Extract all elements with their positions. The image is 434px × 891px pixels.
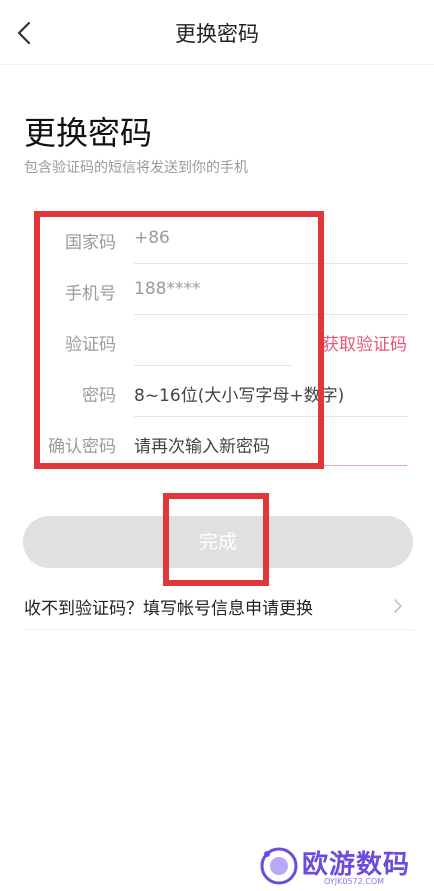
- chevron-right-icon: [394, 599, 402, 613]
- divider: [24, 629, 414, 630]
- nav-title: 更换密码: [175, 22, 259, 46]
- watermark-text: 欧游数码: [302, 850, 411, 880]
- phone-row[interactable]: 手机号 188****: [0, 265, 434, 315]
- done-button[interactable]: 完成: [23, 516, 413, 568]
- get-code-button[interactable]: 获取验证码: [322, 330, 407, 355]
- verification-code-label: 验证码: [65, 335, 116, 355]
- help-text: 收不到验证码？填写帐号信息申请更换: [24, 599, 313, 619]
- active-input-underline: [134, 465, 407, 466]
- help-link[interactable]: 收不到验证码？填写帐号信息申请更换: [0, 582, 434, 630]
- confirm-password-label: 确认密码: [48, 437, 116, 457]
- phone-value: 188****: [134, 279, 201, 299]
- divider: [134, 314, 407, 315]
- verification-code-row: 验证码 获取验证码: [0, 316, 434, 366]
- divider: [134, 416, 407, 417]
- confirm-password-row[interactable]: 确认密码 请再次输入新密码: [0, 418, 434, 468]
- password-label: 密码: [82, 386, 116, 406]
- country-code-value[interactable]: +86: [134, 228, 170, 248]
- watermark: 欧游数码 OYJK0572.COM: [258, 843, 428, 889]
- country-code-label: 国家码: [65, 233, 116, 253]
- page-title: 更换密码: [24, 114, 153, 152]
- confirm-password-input[interactable]: 请再次输入新密码: [134, 432, 270, 457]
- watermark-subtext: OYJK0572.COM: [324, 877, 385, 886]
- watermark-logo-icon: [260, 847, 298, 885]
- verification-code-input[interactable]: [134, 330, 284, 352]
- nav-bar: 更换密码: [0, 0, 434, 65]
- country-code-row[interactable]: 国家码 +86: [0, 214, 434, 264]
- password-row[interactable]: 密码 8~16位(大小写字母+数字): [0, 367, 434, 417]
- password-input[interactable]: 8~16位(大小写字母+数字): [134, 381, 344, 406]
- divider: [134, 263, 407, 264]
- divider: [134, 365, 292, 366]
- page-subtitle: 包含验证码的短信将发送到你的手机: [24, 160, 248, 176]
- phone-label: 手机号: [65, 284, 116, 304]
